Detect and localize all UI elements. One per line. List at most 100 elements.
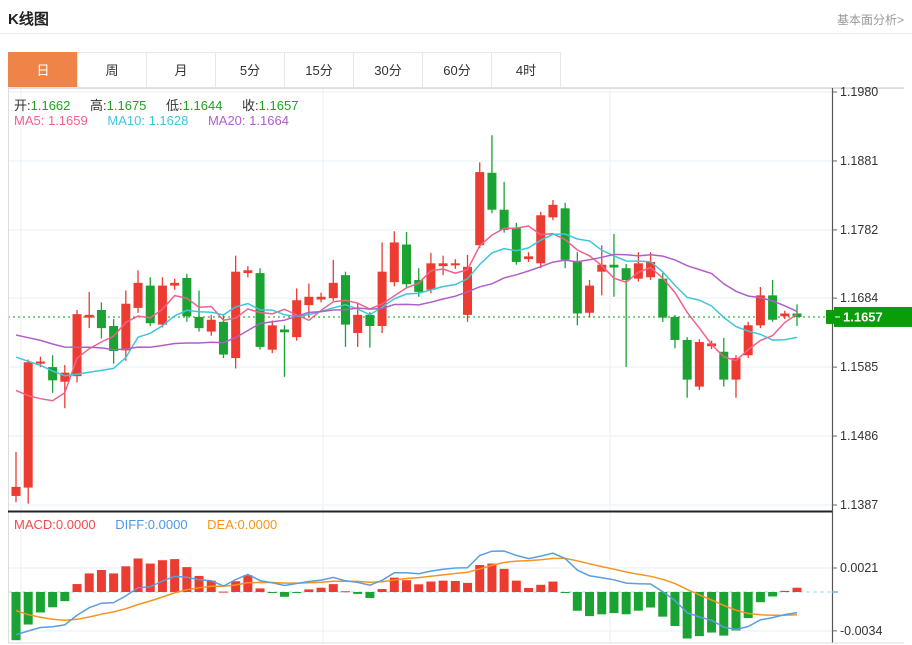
candle[interactable]: [378, 272, 387, 326]
macd-bar[interactable]: [670, 592, 679, 626]
candle[interactable]: [219, 322, 228, 355]
candle[interactable]: [353, 315, 362, 333]
macd-bar[interactable]: [365, 592, 374, 598]
macd-bar[interactable]: [182, 567, 191, 592]
macd-bar[interactable]: [695, 592, 704, 636]
candle[interactable]: [609, 265, 618, 268]
candle[interactable]: [573, 262, 582, 314]
macd-bar[interactable]: [12, 592, 21, 640]
candle[interactable]: [683, 340, 692, 380]
candle[interactable]: [487, 173, 496, 210]
macd-bar[interactable]: [36, 592, 45, 612]
candle[interactable]: [304, 297, 313, 305]
macd-bar[interactable]: [24, 592, 33, 625]
macd-bar[interactable]: [292, 592, 301, 593]
candle[interactable]: [109, 326, 118, 351]
candle[interactable]: [439, 263, 448, 266]
candle[interactable]: [695, 342, 704, 387]
candle[interactable]: [475, 172, 484, 245]
candle[interactable]: [622, 268, 631, 280]
candle[interactable]: [317, 297, 326, 300]
macd-bar[interactable]: [402, 580, 411, 592]
macd-bar[interactable]: [756, 592, 765, 602]
macd-bar[interactable]: [341, 591, 350, 592]
candle[interactable]: [24, 362, 33, 487]
macd-bar[interactable]: [780, 591, 789, 592]
macd-bar[interactable]: [85, 573, 94, 592]
macd-bar[interactable]: [646, 592, 655, 607]
macd-bar[interactable]: [609, 592, 618, 613]
candle[interactable]: [170, 283, 179, 286]
candle[interactable]: [365, 315, 374, 326]
macd-bar[interactable]: [622, 592, 631, 614]
macd-bar[interactable]: [487, 564, 496, 592]
macd-bar[interactable]: [426, 582, 435, 592]
candle[interactable]: [85, 315, 94, 318]
candle[interactable]: [414, 280, 423, 292]
candle[interactable]: [524, 256, 533, 259]
macd-bar[interactable]: [73, 584, 82, 592]
macd-bar[interactable]: [304, 589, 313, 592]
macd-bar[interactable]: [536, 585, 545, 592]
candle[interactable]: [780, 313, 789, 316]
macd-bar[interactable]: [121, 566, 130, 592]
macd-bar[interactable]: [719, 592, 728, 636]
candle[interactable]: [402, 245, 411, 285]
macd-histogram[interactable]: [12, 558, 802, 640]
candle[interactable]: [292, 300, 301, 337]
macd-bar[interactable]: [439, 581, 448, 592]
candle[interactable]: [585, 286, 594, 313]
macd-bar[interactable]: [512, 581, 521, 592]
candle[interactable]: [548, 205, 557, 218]
macd-bar[interactable]: [451, 581, 460, 592]
candle[interactable]: [36, 362, 45, 364]
macd-bar[interactable]: [268, 592, 277, 593]
macd-bar[interactable]: [231, 581, 240, 592]
candle[interactable]: [329, 283, 338, 298]
candle[interactable]: [426, 263, 435, 289]
macd-bar[interactable]: [585, 592, 594, 616]
macd-bar[interactable]: [768, 592, 777, 596]
macd-bar[interactable]: [414, 584, 423, 592]
macd-bar[interactable]: [378, 589, 387, 592]
macd-bar[interactable]: [97, 570, 106, 592]
macd-bar[interactable]: [500, 569, 509, 592]
candle[interactable]: [195, 317, 204, 328]
candle[interactable]: [768, 295, 777, 319]
macd-bar[interactable]: [317, 588, 326, 592]
macd-bar[interactable]: [793, 588, 802, 592]
macd-bar[interactable]: [158, 560, 167, 592]
candle[interactable]: [280, 329, 289, 332]
macd-bar[interactable]: [597, 592, 606, 614]
macd-bar[interactable]: [170, 559, 179, 592]
candle[interactable]: [670, 317, 679, 340]
candle[interactable]: [658, 279, 667, 318]
macd-bar[interactable]: [561, 592, 570, 593]
candle[interactable]: [12, 487, 21, 496]
macd-bar[interactable]: [329, 584, 338, 592]
candle[interactable]: [268, 325, 277, 349]
candle[interactable]: [97, 310, 106, 328]
candle[interactable]: [756, 295, 765, 325]
macd-bar[interactable]: [48, 592, 57, 607]
candle[interactable]: [512, 228, 521, 262]
candle[interactable]: [134, 283, 143, 308]
macd-bar[interactable]: [256, 588, 265, 592]
macd-bar[interactable]: [60, 592, 69, 601]
candle[interactable]: [390, 242, 399, 282]
macd-bar[interactable]: [548, 582, 557, 592]
macd-bar[interactable]: [463, 583, 472, 592]
candle[interactable]: [500, 210, 509, 230]
candle[interactable]: [451, 263, 460, 265]
candle[interactable]: [243, 270, 252, 273]
macd-bar[interactable]: [109, 573, 118, 592]
macd-bar[interactable]: [524, 588, 533, 592]
macd-bar[interactable]: [683, 592, 692, 639]
macd-bar[interactable]: [634, 592, 643, 611]
macd-bar[interactable]: [219, 592, 228, 593]
candle[interactable]: [207, 320, 216, 332]
macd-bar[interactable]: [573, 592, 582, 611]
macd-bar[interactable]: [280, 592, 289, 597]
macd-bar[interactable]: [353, 592, 362, 594]
macd-bar[interactable]: [658, 592, 667, 617]
